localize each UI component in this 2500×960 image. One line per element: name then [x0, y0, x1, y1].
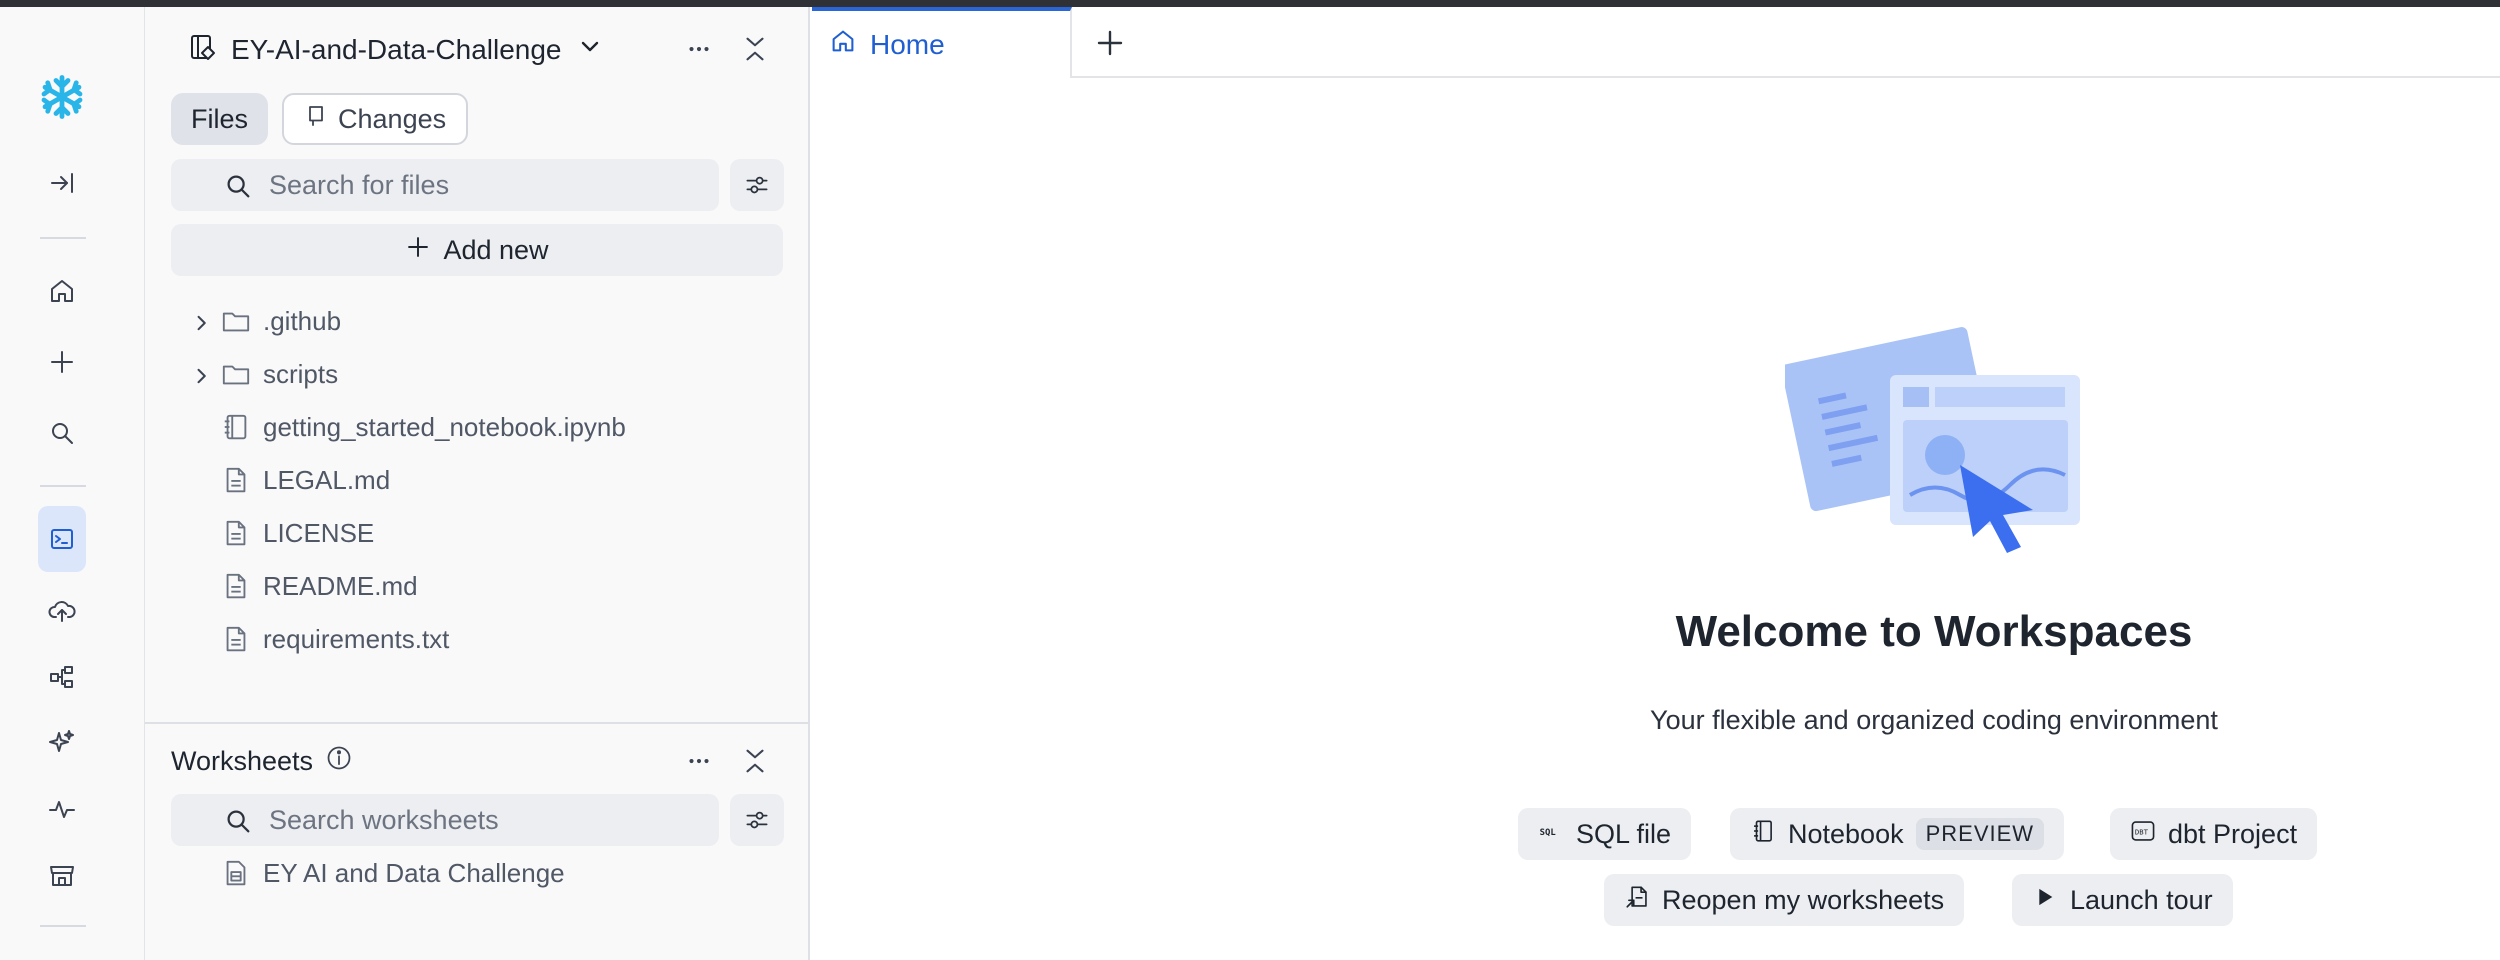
chevron-down-icon: [574, 31, 606, 70]
worksheet-item[interactable]: EY AI and Data Challenge: [145, 849, 805, 897]
file-filter-icon[interactable]: [730, 159, 784, 211]
chevron-right-icon[interactable]: [191, 310, 213, 332]
workspace-selector[interactable]: EY-AI-and-Data-Challenge: [187, 21, 606, 79]
ai-sparkle-icon[interactable]: [38, 718, 86, 766]
rail-divider: [40, 485, 86, 487]
home-icon: [828, 26, 858, 63]
file-text-icon: [221, 518, 251, 548]
dbt-icon: DBT: [2130, 818, 2156, 851]
launch-tour-button[interactable]: Launch tour: [2012, 874, 2233, 926]
chevron-right-icon[interactable]: [191, 363, 213, 385]
notebook-icon: [1750, 818, 1776, 851]
file-search-input[interactable]: Search for files: [171, 159, 719, 211]
notebook-button[interactable]: Notebook PREVIEW: [1730, 808, 2065, 860]
left-rail: [0, 7, 145, 960]
worksheet-search-placeholder: Search worksheets: [269, 804, 499, 835]
tab-changes[interactable]: Changes: [282, 93, 469, 145]
folder-icon: [221, 306, 251, 336]
worksheet-search-input[interactable]: Search worksheets: [171, 794, 719, 846]
rail-divider: [40, 925, 86, 927]
window-top-bar: [0, 0, 2500, 7]
tree-item-file[interactable]: README.md: [145, 562, 805, 610]
tab-files[interactable]: Files: [171, 93, 269, 145]
workspace-name: EY-AI-and-Data-Challenge: [231, 34, 562, 65]
section-divider: [145, 722, 808, 724]
file-text-icon: [221, 571, 251, 601]
worksheet-filter-icon[interactable]: [730, 794, 784, 846]
reopen-worksheets-button[interactable]: Reopen my worksheets: [1604, 874, 1965, 926]
tree-item-file[interactable]: LEGAL.md: [145, 456, 805, 504]
search-icon: [223, 171, 253, 201]
workspaces-terminal-icon[interactable]: [38, 506, 86, 572]
snowflake-logo-icon[interactable]: [38, 73, 86, 121]
worksheets-title: Worksheets: [171, 745, 314, 776]
marketplace-store-icon[interactable]: [38, 851, 86, 899]
files-panel: EY-AI-and-Data-Challenge Files Changes S…: [145, 7, 810, 960]
worksheets-collapse-icon[interactable]: [735, 741, 775, 781]
worksheet-file-icon: [221, 858, 251, 888]
tree-item-folder[interactable]: scripts: [145, 350, 805, 398]
search-icon: [223, 806, 253, 836]
tree-item-folder[interactable]: .github: [145, 297, 805, 345]
notebook-icon: [221, 412, 251, 442]
data-lineage-icon[interactable]: [38, 653, 86, 701]
info-icon[interactable]: [325, 744, 353, 779]
workspace-icon: [187, 31, 219, 70]
editor-tab-bar: Home: [812, 7, 2500, 78]
more-options-icon[interactable]: [679, 29, 719, 69]
add-tab-icon[interactable]: [1088, 21, 1132, 65]
file-search-placeholder: Search for files: [269, 169, 450, 200]
preview-badge: PREVIEW: [1915, 818, 2045, 850]
folder-icon: [221, 359, 251, 389]
welcome-subtitle: Your flexible and organized coding envir…: [1650, 705, 2218, 735]
sql-icon: SQL: [1538, 818, 1564, 851]
file-text-icon: [221, 465, 251, 495]
collapse-panel-icon[interactable]: [735, 29, 775, 69]
plus-icon: [405, 234, 431, 267]
sql-file-button[interactable]: SQL SQL file: [1518, 808, 1692, 860]
dbt-project-button[interactable]: DBT dbt Project: [2110, 808, 2318, 860]
cloud-upload-icon[interactable]: [38, 587, 86, 635]
tree-item-file[interactable]: getting_started_notebook.ipynb: [145, 403, 805, 451]
tab-home[interactable]: Home: [812, 7, 1072, 78]
workspace-illustration: [1781, 315, 2085, 555]
tree-item-file[interactable]: LICENSE: [145, 509, 805, 557]
search-icon[interactable]: [38, 409, 86, 457]
reopen-worksheets-icon: [1624, 884, 1650, 917]
file-text-icon: [221, 624, 251, 654]
expand-sidebar-icon[interactable]: [38, 159, 86, 207]
rail-divider: [40, 237, 86, 239]
play-icon: [2032, 884, 2058, 917]
create-plus-icon[interactable]: [38, 338, 86, 386]
svg-text:DBT: DBT: [2135, 827, 2149, 836]
activity-monitor-icon[interactable]: [38, 785, 86, 833]
git-changes-icon: [304, 104, 328, 135]
welcome-title: Welcome to Workspaces: [1675, 607, 2193, 656]
files-changes-toggle: Files Changes: [171, 93, 469, 145]
home-icon[interactable]: [38, 267, 86, 315]
svg-text:SQL: SQL: [1540, 828, 1557, 838]
worksheets-more-options-icon[interactable]: [679, 741, 719, 781]
worksheets-header: Worksheets: [171, 737, 353, 785]
add-new-button[interactable]: Add new: [171, 224, 783, 276]
tree-item-file[interactable]: requirements.txt: [145, 615, 805, 663]
